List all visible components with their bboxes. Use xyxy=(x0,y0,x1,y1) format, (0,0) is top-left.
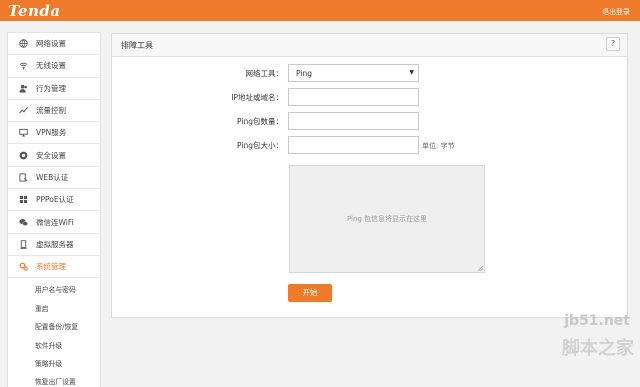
sidebar-item-label: 网络设置 xyxy=(36,39,66,49)
users-icon xyxy=(18,83,29,94)
header-bar: Tenda 退出登录 xyxy=(0,0,640,21)
gear-icon xyxy=(18,261,29,272)
logout-link[interactable]: 退出登录 xyxy=(602,7,630,17)
sidebar-item-label: VPN服务 xyxy=(36,128,67,138)
ip-address-input[interactable] xyxy=(288,88,419,106)
globe-icon xyxy=(18,38,29,49)
submenu-item-backup-restore[interactable]: 配置备份/恢复 xyxy=(8,317,100,335)
ping-size-unit: 单位: 字节 xyxy=(422,142,455,150)
sidebar: 网络设置 无线设置 行为管理 流量控制 VPN服务 安全设置 WEB认证 PPP… xyxy=(7,32,101,387)
sidebar-item-network[interactable]: 网络设置 xyxy=(8,33,100,56)
sidebar-item-vpn[interactable]: VPN服务 xyxy=(8,122,100,145)
start-button[interactable]: 开始 xyxy=(288,284,332,302)
ping-count-input[interactable] xyxy=(288,112,419,130)
ping-size-input[interactable] xyxy=(288,136,419,154)
sidebar-item-system[interactable]: 系统管理 xyxy=(8,256,100,279)
panel-header: 排障工具 xyxy=(112,34,627,57)
sidebar-item-wechat-wifi[interactable]: 微信连WiFi xyxy=(8,211,100,234)
sidebar-item-wireless[interactable]: 无线设置 xyxy=(8,55,100,78)
sidebar-item-web-auth[interactable]: WEB认证 xyxy=(8,167,100,190)
web-auth-icon xyxy=(18,172,29,183)
shield-icon xyxy=(18,150,29,161)
submenu-item-username-password[interactable]: 用户名与密码 xyxy=(8,280,100,298)
sidebar-item-label: 流量控制 xyxy=(36,106,66,116)
ping-count-label: Ping包数量： xyxy=(237,117,283,126)
sidebar-item-label: 虚拟服务器 xyxy=(36,239,74,249)
tool-label: 网络工具： xyxy=(245,69,284,78)
chart-icon xyxy=(18,105,29,116)
submenu-item-factory-reset[interactable]: 恢复出厂设置 xyxy=(8,372,100,387)
site-watermark: jb51.net 脚本之家 xyxy=(514,312,634,382)
watermark-text: 脚本之家 xyxy=(562,338,634,359)
pppoe-icon xyxy=(18,194,29,205)
wechat-icon xyxy=(18,217,29,228)
result-placeholder: Ping 包信息将显示在这里 xyxy=(346,215,428,223)
help-button[interactable]: ? xyxy=(606,37,620,51)
sidebar-item-label: 行为管理 xyxy=(36,83,66,93)
sidebar-item-label: 系统管理 xyxy=(36,262,66,272)
tool-select[interactable]: Ping ▼ xyxy=(288,64,419,82)
ip-label: IP地址或域名： xyxy=(231,93,283,102)
sidebar-item-virtual-server[interactable]: 虚拟服务器 xyxy=(8,234,100,256)
sidebar-item-behavior[interactable]: 行为管理 xyxy=(8,78,100,100)
submenu-item-policy-upgrade[interactable]: 策略升级 xyxy=(8,354,100,372)
sidebar-item-label: 微信连WiFi xyxy=(36,217,74,227)
tool-select-value: Ping xyxy=(296,68,312,78)
submenu-item-firmware-upgrade[interactable]: 软件升级 xyxy=(8,335,100,353)
watermark-url: jb51.net xyxy=(564,313,630,329)
sidebar-item-security[interactable]: 安全设置 xyxy=(8,144,100,167)
ping-result-textarea[interactable]: Ping 包信息将显示在这里 xyxy=(289,165,485,273)
sidebar-item-label: PPPoE认证 xyxy=(36,195,74,205)
sidebar-item-label: 安全设置 xyxy=(36,150,66,160)
tenda-logo: Tenda xyxy=(8,2,61,20)
chevron-down-icon: ▼ xyxy=(409,69,414,76)
sidebar-item-traffic[interactable]: 流量控制 xyxy=(8,100,100,123)
wifi-icon xyxy=(18,60,29,71)
resize-grip-icon[interactable] xyxy=(477,265,483,271)
vpn-icon xyxy=(18,127,29,138)
submenu-item-reboot[interactable]: 重启 xyxy=(8,299,100,317)
sidebar-item-label: 无线设置 xyxy=(36,61,66,71)
server-icon xyxy=(18,239,29,250)
ping-size-label: Ping包大小： xyxy=(237,141,283,150)
sidebar-item-label: WEB认证 xyxy=(36,172,69,182)
system-submenu: 用户名与密码 重启 配置备份/恢复 软件升级 策略升级 恢复出厂设置 xyxy=(8,278,100,387)
sidebar-item-pppoe[interactable]: PPPoE认证 xyxy=(8,189,100,212)
page-title: 排障工具 xyxy=(121,40,153,50)
